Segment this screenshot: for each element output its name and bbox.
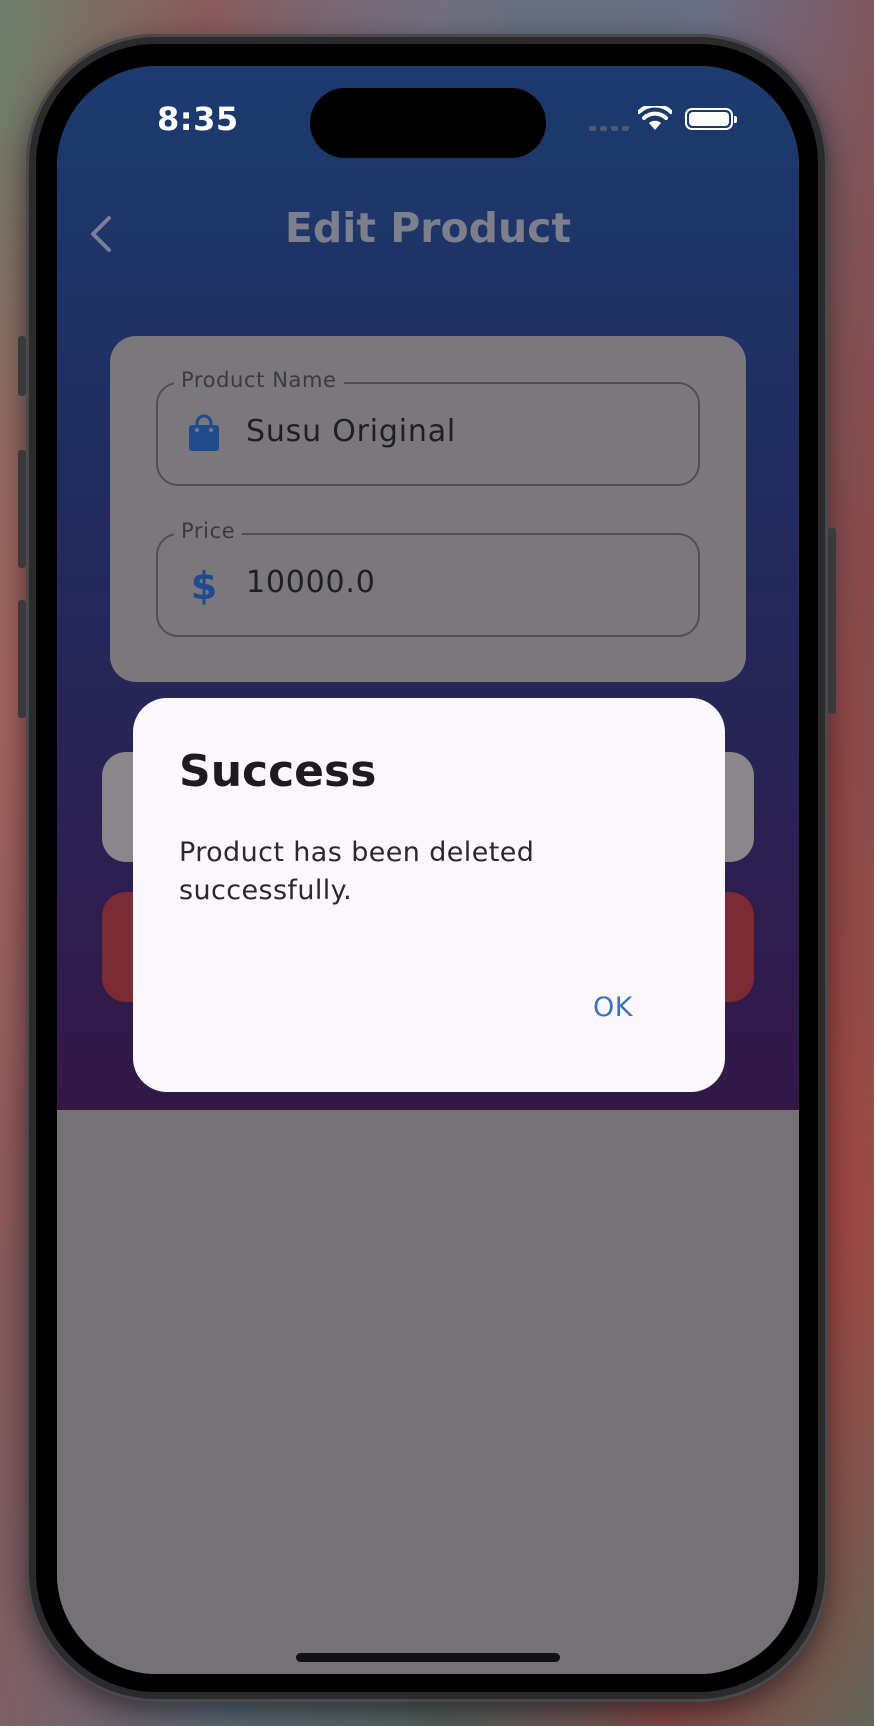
- status-time: 8:35: [157, 100, 239, 138]
- cellular-signal-icon: [589, 126, 629, 131]
- ok-button[interactable]: OK: [589, 984, 637, 1031]
- product-form-card: Product Name Susu Original Price $ 10000…: [110, 336, 746, 682]
- product-name-field[interactable]: Product Name Susu Original: [156, 368, 700, 486]
- price-label: Price: [174, 519, 243, 543]
- product-name-value: Susu Original: [246, 414, 457, 449]
- phone-power-button: [828, 528, 836, 714]
- phone-volume-down: [18, 600, 26, 718]
- price-value: 10000.0: [246, 565, 376, 600]
- phone-volume-up: [18, 450, 26, 568]
- phone-screen: 8:35 Edit Product Product Name Susu Orig…: [57, 66, 799, 1674]
- battery-icon: [685, 108, 737, 130]
- dynamic-island: [310, 88, 546, 158]
- dialog-message: Product has been deleted successfully.: [179, 837, 535, 906]
- shopping-bag-icon: [189, 414, 219, 451]
- modal-scrim: [57, 1110, 799, 1674]
- home-indicator[interactable]: [296, 1653, 560, 1662]
- svg-text:$: $: [191, 565, 217, 605]
- wifi-icon: [638, 106, 672, 130]
- product-name-label: Product Name: [174, 368, 344, 392]
- dollar-icon: $: [191, 565, 217, 605]
- page-title: Edit Product: [284, 204, 572, 252]
- price-field[interactable]: Price $ 10000.0: [156, 519, 700, 637]
- dialog-title: Success: [179, 746, 377, 797]
- phone-mute-switch: [18, 336, 26, 396]
- success-dialog: Success Product has been deleted success…: [133, 698, 725, 1092]
